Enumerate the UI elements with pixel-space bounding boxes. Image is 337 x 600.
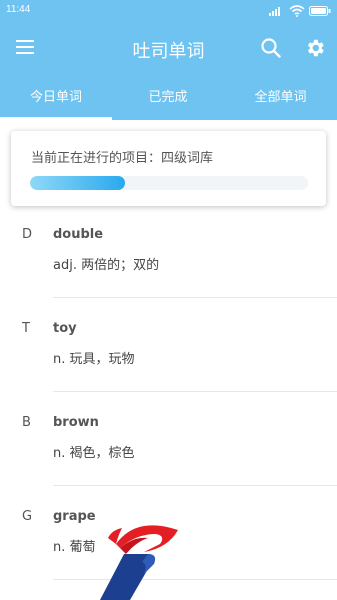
word-text: brown [53, 415, 99, 430]
progress-label: 当前正在进行的项目：四级词库 [31, 151, 214, 166]
word-initial: T [22, 321, 30, 336]
status-bar: 11:44 [0, 0, 337, 22]
tab-bar: 今日单词 已完成 全部单词 [0, 76, 337, 120]
tab-today-words[interactable]: 今日单词 [0, 76, 112, 120]
word-initial: G [22, 509, 33, 524]
wifi-icon [289, 5, 305, 17]
progress-card: 当前正在进行的项目：四级词库 [11, 131, 326, 206]
list-item[interactable]: T toy n. 玩具，玩物 [0, 302, 337, 396]
tab-indicator [0, 117, 112, 120]
app-bar: 吐司单词 [0, 22, 337, 76]
tab-completed[interactable]: 已完成 [112, 76, 224, 120]
word-text: toy [53, 321, 77, 336]
tab-all-words[interactable]: 全部单词 [224, 76, 337, 120]
word-initial: D [22, 227, 33, 242]
search-icon[interactable] [260, 37, 282, 59]
page-title: 吐司单词 [132, 41, 205, 62]
word-meaning: n. 褐色，棕色 [53, 446, 135, 461]
word-text: double [53, 227, 104, 242]
status-time: 11:44 [6, 4, 31, 15]
progress-bar [30, 176, 308, 190]
battery-icon [309, 6, 331, 16]
divider [53, 297, 337, 298]
word-meaning: adj. 两倍的；双的 [53, 258, 160, 273]
list-item[interactable]: D double adj. 两倍的；双的 [0, 208, 337, 302]
signal-icon [269, 7, 280, 16]
watermark-logo [100, 525, 178, 600]
word-initial: B [22, 415, 31, 430]
divider [53, 391, 337, 392]
divider [53, 485, 337, 486]
progress-fill [30, 176, 125, 190]
word-meaning: n. 玩具，玩物 [53, 352, 135, 367]
list-item[interactable]: B brown n. 褐色，棕色 [0, 396, 337, 490]
gear-icon[interactable] [304, 37, 326, 59]
